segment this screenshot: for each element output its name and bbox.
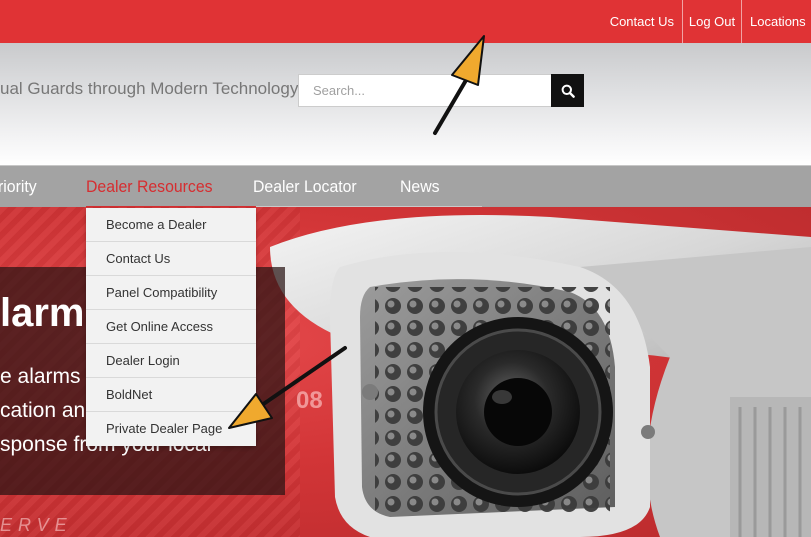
- tagline: ual Guards through Modern Technology”: [0, 79, 304, 98]
- hero-text-line: cation and: [0, 399, 97, 422]
- menu-item-contact-us[interactable]: Contact Us: [86, 242, 256, 276]
- contact-us-link[interactable]: Contact Us: [601, 0, 682, 43]
- menu-item-boldnet[interactable]: BoldNet: [86, 378, 256, 412]
- top-links: Contact Us Log Out Locations: [601, 0, 811, 43]
- search-input[interactable]: [298, 74, 552, 107]
- menu-item-panel-compatibility[interactable]: Panel Compatibility: [86, 276, 256, 310]
- security-camera-image: [270, 215, 811, 537]
- hero-text-spill: n.: [255, 399, 273, 422]
- hero-text-line: e alarms: [0, 365, 81, 388]
- nav-item-news[interactable]: News: [400, 166, 440, 208]
- menu-item-become-a-dealer[interactable]: Become a Dealer: [86, 208, 256, 242]
- hero-deco-text: ERVE: [0, 515, 73, 535]
- nav-item-dealer-resources[interactable]: Dealer Resources: [86, 166, 213, 208]
- menu-item-private-dealer-page[interactable]: Private Dealer Page: [86, 412, 256, 446]
- menu-item-get-online-access[interactable]: Get Online Access: [86, 310, 256, 344]
- nav-item-dealer-locator[interactable]: Dealer Locator: [253, 166, 357, 208]
- hero-title: larm: [0, 291, 85, 335]
- log-out-link[interactable]: Log Out: [682, 0, 741, 43]
- locations-link[interactable]: Locations: [741, 0, 811, 43]
- dealer-resources-dropdown: Become a Dealer Contact Us Panel Compati…: [86, 208, 256, 446]
- main-nav: riority Dealer Resources Dealer Locator …: [0, 165, 811, 209]
- menu-item-dealer-login[interactable]: Dealer Login: [86, 344, 256, 378]
- top-bar: Contact Us Log Out Locations: [0, 0, 811, 43]
- search-icon: [561, 84, 575, 98]
- search-button[interactable]: [551, 74, 584, 107]
- nav-item-priority[interactable]: riority: [0, 166, 37, 208]
- site-header: ual Guards through Modern Technology”: [0, 43, 811, 165]
